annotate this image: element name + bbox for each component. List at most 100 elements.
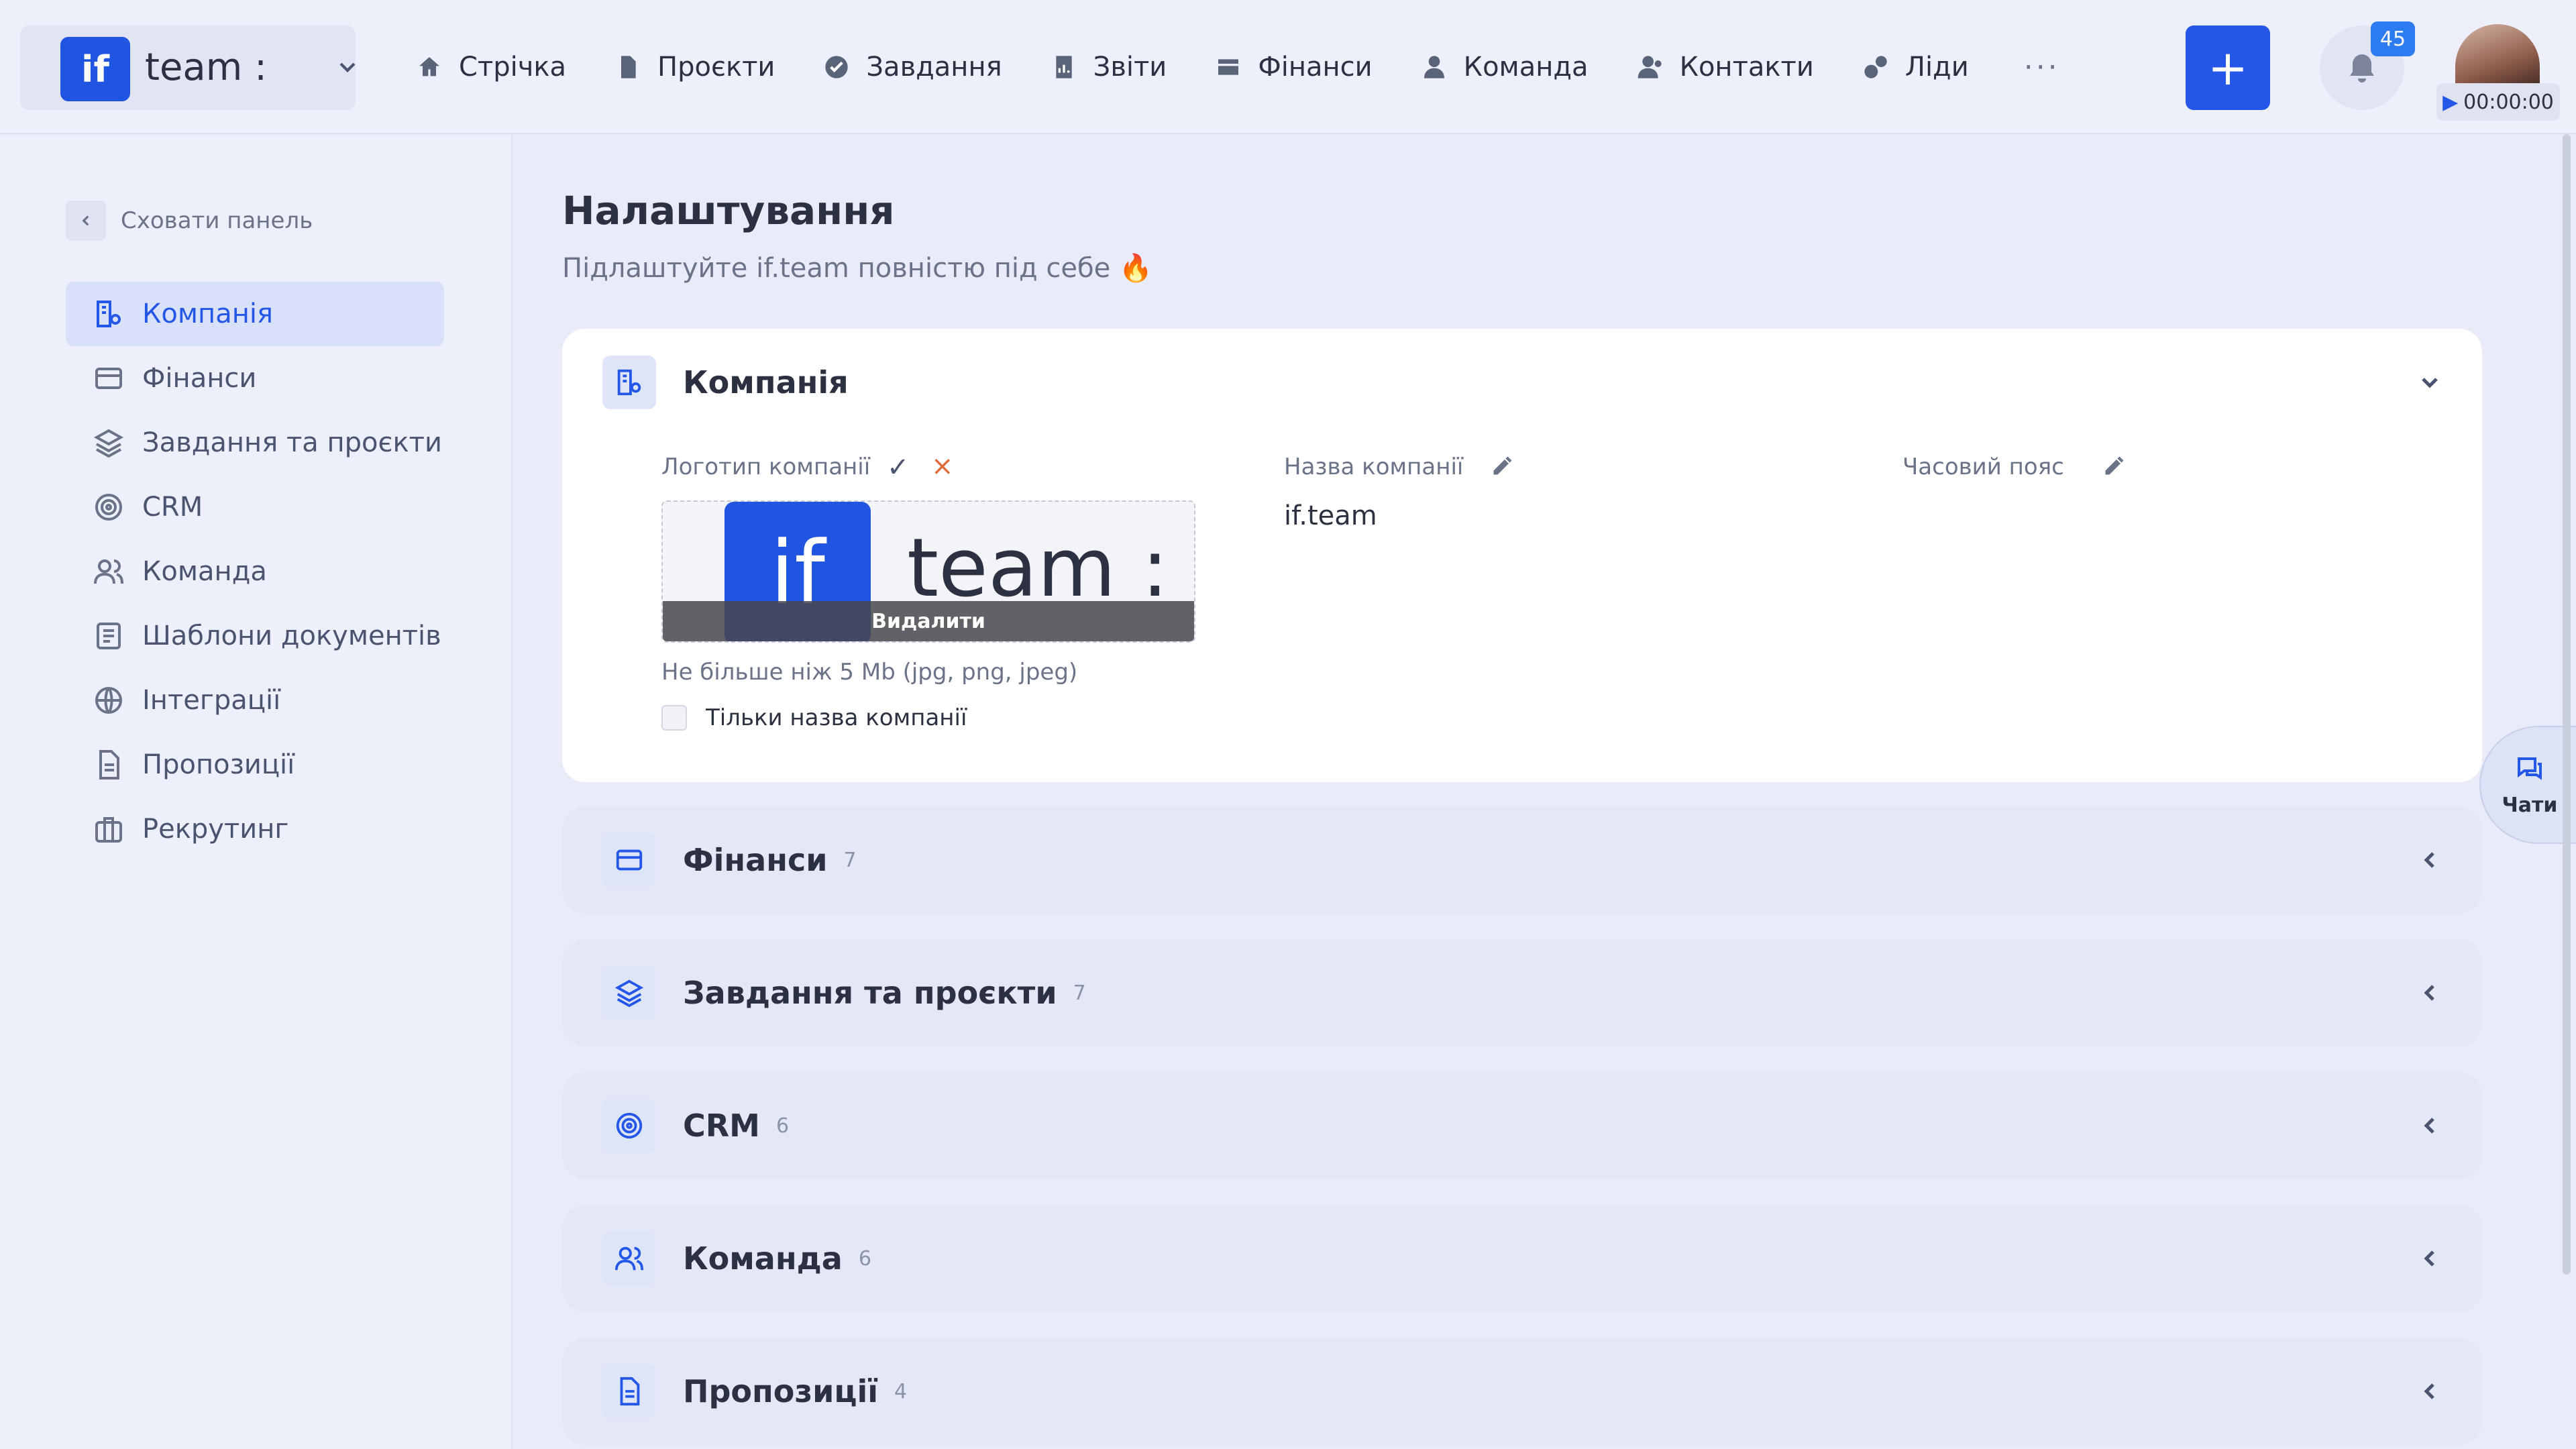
- workspace-switcher[interactable]: if team :: [20, 25, 356, 110]
- sidebar-item-crm[interactable]: CRM: [66, 475, 444, 539]
- create-button[interactable]: +: [2186, 25, 2270, 110]
- timezone-label: Часовий пояс: [1902, 453, 2064, 480]
- card-header: Пропозиції 4: [602, 1364, 907, 1418]
- company-settings-card: Компанія Логотип компанії ✓ × if team : …: [562, 329, 2482, 782]
- page-subtitle: Підлаштуйте if.team повністю під себе 🔥: [562, 253, 1152, 284]
- avatar[interactable]: [2455, 24, 2540, 91]
- card-count: 7: [1073, 981, 1086, 1005]
- sidebar-item-finance[interactable]: Фінанси: [66, 346, 444, 411]
- nav-item-reports[interactable]: Звіти: [1051, 34, 1167, 101]
- doc-template-icon: [97, 623, 121, 649]
- card-icon: [602, 833, 656, 887]
- sidebar-menu: Компанія Фінанси Завдання та проєкти CRM…: [66, 282, 444, 861]
- company-name-value: if.team: [1284, 500, 1377, 531]
- workspace-name: team :: [145, 46, 267, 89]
- card-title: CRM: [683, 1108, 760, 1144]
- chevron-left-icon[interactable]: [2416, 1378, 2443, 1405]
- edit-pencil-icon[interactable]: [2102, 453, 2127, 478]
- nav-item-team[interactable]: Команда: [1421, 34, 1589, 101]
- card-title: Команда: [683, 1240, 843, 1277]
- delete-logo-button[interactable]: Видалити: [663, 601, 1194, 641]
- sidebar-item-label: Шаблони документів: [142, 621, 441, 651]
- chats-button[interactable]: Чати: [2479, 726, 2576, 844]
- card-icon: [95, 368, 122, 389]
- nav-item-tasks[interactable]: Завдання: [823, 34, 1002, 101]
- sidebar-item-recruiting[interactable]: Рекрутинг: [66, 797, 444, 861]
- bell-icon: [2350, 54, 2374, 83]
- timer-value: 00:00:00: [2463, 90, 2554, 114]
- card-count: 6: [858, 1246, 871, 1271]
- nav-item-projects[interactable]: Проєкти: [614, 34, 775, 101]
- logo-preview[interactable]: if team : Видалити: [661, 500, 1195, 643]
- chevron-left-icon[interactable]: [2416, 847, 2443, 873]
- card-header[interactable]: Компанія: [602, 356, 849, 409]
- nav-label: Фінанси: [1258, 52, 1373, 83]
- layers-icon: [602, 966, 656, 1020]
- chevron-down-icon[interactable]: [2416, 369, 2443, 396]
- nav-label: Контакти: [1679, 52, 1814, 83]
- sidebar-item-doc-templates[interactable]: Шаблони документів: [66, 604, 444, 668]
- only-name-checkbox[interactable]: [661, 705, 687, 731]
- nav-item-contacts[interactable]: Контакти: [1637, 34, 1814, 101]
- sidebar-item-label: Завдання та проєкти: [142, 427, 442, 458]
- sidebar-item-label: CRM: [142, 492, 203, 523]
- briefcase-icon: [95, 817, 122, 843]
- chat-icon: [2518, 757, 2542, 780]
- chevron-left-icon: [66, 201, 106, 241]
- more-icon[interactable]: ···: [2024, 50, 2060, 85]
- card-title: Фінанси: [683, 842, 828, 878]
- card-title: Компанія: [683, 364, 849, 400]
- check-circle-icon: [825, 56, 849, 78]
- company-name-label: Назва компанії: [1284, 453, 1464, 480]
- sidebar-item-team[interactable]: Команда: [66, 539, 444, 604]
- sidebar-item-integrations[interactable]: Інтеграції: [66, 668, 444, 733]
- chevron-left-icon[interactable]: [2416, 1112, 2443, 1139]
- card-title: Пропозиції: [683, 1373, 879, 1409]
- section-crm[interactable]: CRM 6: [562, 1072, 2482, 1179]
- leads-icon: [1864, 56, 1887, 78]
- nav-label: Ліди: [1904, 52, 1969, 83]
- report-icon: [1056, 56, 1072, 78]
- top-bar: if team : Стрічка Проєкти Завдання Звіти…: [0, 0, 2576, 134]
- sidebar-item-label: Команда: [142, 556, 267, 587]
- proposal-icon: [602, 1364, 656, 1418]
- scrollbar[interactable]: [2563, 134, 2571, 1275]
- nav-item-finance[interactable]: Фінанси: [1215, 34, 1373, 101]
- section-team[interactable]: Команда 6: [562, 1205, 2482, 1312]
- card-header: Команда 6: [602, 1232, 871, 1285]
- file-icon: [621, 56, 636, 78]
- section-proposals[interactable]: Пропозиції 4: [562, 1338, 2482, 1445]
- home-icon: [419, 57, 439, 76]
- nav-item-feed[interactable]: Стрічка: [416, 34, 566, 101]
- sidebar-item-label: Компанія: [142, 299, 274, 329]
- play-icon: ▶: [2443, 90, 2459, 114]
- cancel-icon[interactable]: ×: [931, 451, 954, 482]
- edit-pencil-icon[interactable]: [1491, 453, 1515, 478]
- sidebar-item-tasks-projects[interactable]: Завдання та проєкти: [66, 411, 444, 475]
- hide-panel-button[interactable]: Сховати панель: [66, 201, 313, 241]
- only-name-option[interactable]: Тільки назва компанії: [661, 704, 967, 731]
- company-settings-icon: [602, 356, 656, 409]
- nav-label: Стрічка: [459, 52, 567, 83]
- card-count: 7: [843, 848, 857, 872]
- chevron-left-icon[interactable]: [2416, 1245, 2443, 1272]
- card-header: CRM 6: [602, 1099, 789, 1152]
- section-finance[interactable]: Фінанси 7: [562, 806, 2482, 914]
- time-tracker[interactable]: ▶ 00:00:00: [2436, 83, 2560, 121]
- logo-label: Логотип компанії: [661, 453, 871, 480]
- chevron-left-icon[interactable]: [2416, 979, 2443, 1006]
- notification-count-badge: 45: [2371, 21, 2415, 56]
- sidebar-item-label: Фінанси: [142, 363, 257, 394]
- sidebar-item-label: Рекрутинг: [142, 814, 289, 845]
- main-nav: Стрічка Проєкти Завдання Звіти Фінанси К…: [416, 0, 2060, 134]
- target-icon: [95, 494, 122, 521]
- card-count: 4: [894, 1379, 908, 1403]
- card-header: Завдання та проєкти 7: [602, 966, 1086, 1020]
- nav-item-leads[interactable]: Ліди: [1862, 34, 1969, 101]
- sidebar-item-company[interactable]: Компанія: [66, 282, 444, 346]
- sidebar-item-label: Пропозиції: [142, 749, 295, 780]
- confirm-icon[interactable]: ✓: [887, 452, 910, 483]
- section-tasks-projects[interactable]: Завдання та проєкти 7: [562, 939, 2482, 1046]
- card-count: 6: [775, 1114, 790, 1138]
- sidebar-item-proposals[interactable]: Пропозиції: [66, 733, 444, 797]
